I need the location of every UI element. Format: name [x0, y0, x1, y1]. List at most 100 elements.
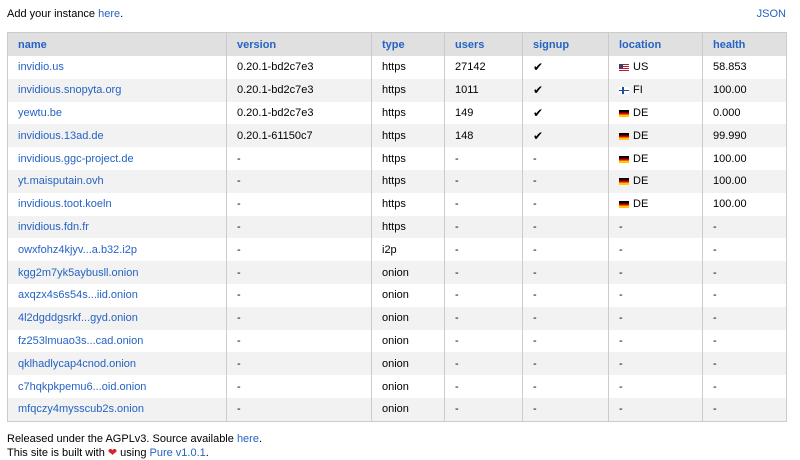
- type-value: onion: [382, 380, 409, 393]
- location-label: US: [633, 61, 649, 74]
- flag-us-icon: [619, 64, 629, 72]
- sort-version-link[interactable]: version: [237, 39, 276, 51]
- health-value: -: [713, 357, 717, 370]
- users-cell: -: [444, 283, 523, 307]
- instance-name-link[interactable]: invidious.fdn.fr: [18, 221, 89, 233]
- health-cell: 0.000: [702, 101, 787, 125]
- users-value: -: [455, 152, 459, 165]
- health-cell: 58.853: [702, 56, 787, 79]
- signup-cell: -: [522, 283, 609, 307]
- name-cell[interactable]: kgg2m7yk5aybusll.onion: [8, 261, 227, 284]
- name-cell[interactable]: qklhadlycap4cnod.onion: [8, 352, 227, 375]
- name-cell[interactable]: invidious.ggc-project.de: [8, 147, 227, 170]
- col-header-users[interactable]: users: [444, 32, 523, 56]
- flag-de-icon: [619, 132, 629, 140]
- col-header-signup[interactable]: signup: [522, 32, 609, 56]
- instance-name-link[interactable]: owxfohz4kjyv...a.b32.i2p: [18, 244, 137, 256]
- table-row: invidious.snopyta.org 0.20.1-bd2c7e3 https…: [7, 78, 787, 102]
- type-cell: https: [371, 147, 445, 170]
- flag-de-icon: [619, 109, 629, 117]
- version-cell: -: [226, 306, 372, 330]
- signup-value: -: [533, 198, 537, 211]
- instance-name-link[interactable]: fz253lmuao3s...cad.onion: [18, 335, 143, 347]
- users-value: 148: [455, 129, 474, 142]
- name-cell[interactable]: invidious.fdn.fr: [8, 216, 227, 239]
- location-value: -: [619, 220, 623, 233]
- name-cell[interactable]: yewtu.be: [8, 102, 227, 125]
- sort-type-link[interactable]: type: [382, 39, 405, 51]
- col-header-version[interactable]: version: [226, 32, 372, 56]
- sort-location-link[interactable]: location: [619, 39, 661, 51]
- checkmark-icon: ✔: [533, 60, 544, 75]
- instance-name-link[interactable]: kgg2m7yk5aybusll.onion: [18, 267, 138, 279]
- users-value: -: [455, 357, 459, 370]
- flag-de-icon: [619, 178, 629, 186]
- sort-signup-link[interactable]: signup: [533, 39, 569, 51]
- instance-name-link[interactable]: mfqczy4mysscub2s.onion: [18, 403, 144, 415]
- instance-name-link[interactable]: invidious.13ad.de: [18, 130, 104, 142]
- location-label: DE: [633, 106, 649, 119]
- health-cell: 100.00: [702, 78, 787, 102]
- instance-name-link[interactable]: invidio.us: [18, 61, 64, 73]
- instance-name-link[interactable]: invidious.toot.koeln: [18, 198, 112, 210]
- instance-name-link[interactable]: qklhadlycap4cnod.onion: [18, 358, 136, 370]
- json-link[interactable]: JSON: [757, 8, 786, 20]
- health-value: 99.990: [713, 129, 747, 142]
- name-cell[interactable]: fz253lmuao3s...cad.onion: [8, 330, 227, 353]
- source-link[interactable]: here: [237, 433, 259, 445]
- pure-link[interactable]: Pure v1.0.1: [150, 447, 206, 459]
- name-cell[interactable]: owxfohz4kjyv...a.b32.i2p: [8, 238, 227, 261]
- sort-users-link[interactable]: users: [455, 39, 484, 51]
- add-instance-link[interactable]: here: [98, 8, 120, 20]
- instance-name-link[interactable]: yewtu.be: [18, 107, 62, 119]
- instance-name-link[interactable]: axqzx4s6s54s...iid.onion: [18, 289, 138, 301]
- name-cell[interactable]: axqzx4s6s54s...iid.onion: [8, 284, 227, 307]
- flag-de-icon: [619, 201, 629, 209]
- name-cell[interactable]: 4l2dgddgsrkf...gyd.onion: [8, 307, 227, 330]
- col-header-health[interactable]: health: [702, 32, 787, 56]
- type-cell: https: [371, 215, 445, 239]
- instance-name-link[interactable]: invidious.snopyta.org: [18, 84, 121, 96]
- name-cell[interactable]: invidious.13ad.de: [8, 124, 227, 147]
- signup-cell: ✔: [522, 124, 609, 148]
- location-label: DE: [633, 175, 649, 188]
- signup-cell: -: [522, 147, 609, 170]
- health-value: -: [713, 312, 717, 325]
- name-cell[interactable]: c7hqkpkpemu6...oid.onion: [8, 375, 227, 398]
- table-row: fz253lmuao3s...cad.onion - onion - - - -: [8, 329, 787, 353]
- name-cell[interactable]: yt.maisputain.ovh: [8, 170, 227, 193]
- location-label: FI: [633, 84, 643, 97]
- type-value: onion: [382, 357, 409, 370]
- instance-name-link[interactable]: invidious.ggc-project.de: [18, 153, 134, 165]
- add-instance-label: Add your instance: [7, 8, 99, 20]
- col-header-type[interactable]: type: [371, 32, 445, 56]
- health-value: 100.00: [713, 175, 747, 188]
- name-cell[interactable]: invidio.us: [8, 56, 227, 79]
- health-cell: 99.990: [702, 124, 787, 148]
- sort-health-link[interactable]: health: [713, 39, 745, 51]
- type-cell: https: [371, 124, 445, 148]
- name-cell[interactable]: mfqczy4mysscub2s.onion: [8, 398, 227, 421]
- top-bar: Add your instance here. JSON: [7, 8, 786, 24]
- table-row: invidious.fdn.fr - https - - - -: [7, 215, 787, 239]
- type-value: https: [382, 84, 406, 97]
- name-cell[interactable]: invidious.snopyta.org: [8, 79, 227, 102]
- col-header-name[interactable]: name: [7, 32, 227, 56]
- type-cell: https: [371, 101, 445, 125]
- users-cell: -: [444, 329, 523, 353]
- type-value: i2p: [382, 243, 397, 256]
- instance-name-link[interactable]: yt.maisputain.ovh: [18, 175, 104, 187]
- sort-name-link[interactable]: name: [18, 39, 47, 51]
- health-value: -: [713, 289, 717, 302]
- instance-name-link[interactable]: c7hqkpkpemu6...oid.onion: [18, 381, 146, 393]
- signup-value: -: [533, 357, 537, 370]
- type-cell: https: [371, 78, 445, 102]
- users-cell: -: [444, 169, 523, 193]
- col-header-location[interactable]: location: [608, 32, 703, 56]
- version-cell: 0.20.1-bd2c7e3: [226, 78, 372, 102]
- name-cell[interactable]: invidious.toot.koeln: [8, 193, 227, 216]
- version-cell: -: [226, 375, 372, 398]
- type-cell: onion: [371, 283, 445, 307]
- instance-name-link[interactable]: 4l2dgddgsrkf...gyd.onion: [18, 312, 138, 324]
- location-cell: -: [608, 329, 703, 353]
